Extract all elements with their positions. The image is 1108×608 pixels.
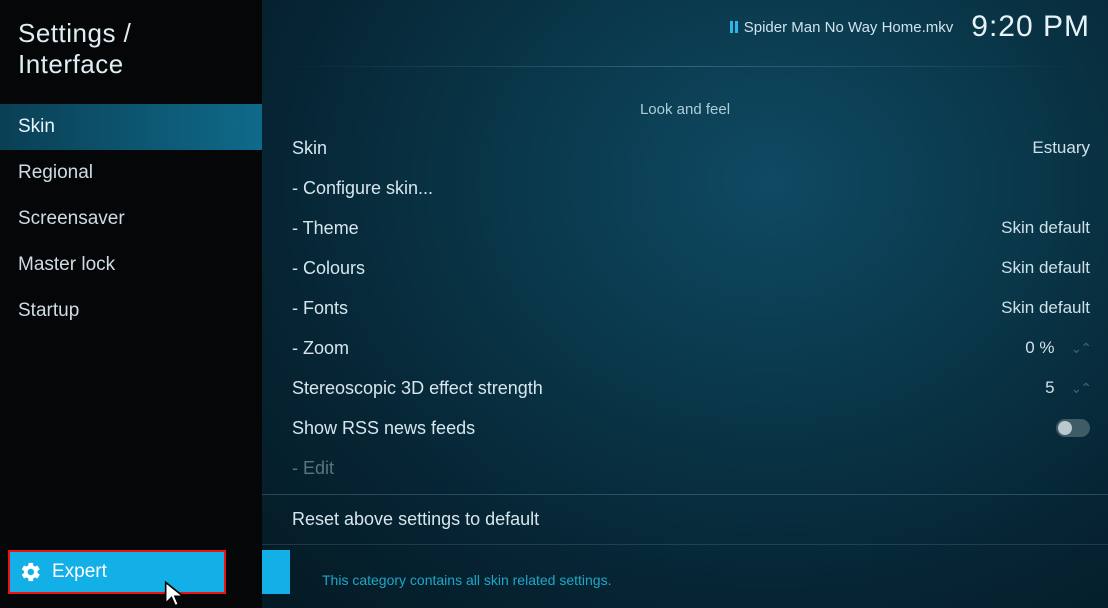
sidebar-item-regional[interactable]: Regional xyxy=(0,150,262,196)
sidebar-item-screensaver[interactable]: Screensaver xyxy=(0,196,262,242)
level-strip xyxy=(262,550,290,594)
toggle-off-icon[interactable] xyxy=(1056,419,1090,437)
setting-configure-label: Configure skin... xyxy=(292,178,433,199)
topbar: Spider Man No Way Home.mkv 9:20 PM xyxy=(262,0,1108,44)
setting-colours-label: Colours xyxy=(292,258,365,279)
page-title: Settings / Interface xyxy=(0,0,262,104)
setting-skin-value: Estuary xyxy=(1032,138,1090,158)
setting-skin[interactable]: Skin Estuary xyxy=(292,128,1090,168)
reset-settings[interactable]: Reset above settings to default xyxy=(262,494,1108,545)
spinner-icon[interactable]: ⌄⌃ xyxy=(1071,380,1090,397)
setting-theme[interactable]: Theme Skin default xyxy=(292,208,1090,248)
setting-colours-value: Skin default xyxy=(1001,258,1090,278)
sidebar-item-startup[interactable]: Startup xyxy=(0,288,262,334)
pause-icon xyxy=(730,21,738,33)
setting-configure-skin[interactable]: Configure skin... xyxy=(292,168,1090,208)
setting-edit-label: Edit xyxy=(292,458,334,479)
spinner-icon[interactable]: ⌄⌃ xyxy=(1071,340,1090,357)
section-title: Look and feel xyxy=(262,101,1108,118)
setting-theme-label: Theme xyxy=(292,218,359,239)
reset-label: Reset above settings to default xyxy=(292,509,539,529)
setting-zoom[interactable]: Zoom 0 % ⌄⌃ xyxy=(292,328,1090,368)
setting-edit: Edit xyxy=(292,448,1090,488)
setting-zoom-value: 0 % xyxy=(1025,338,1054,358)
sidebar-nav: Skin Regional Screensaver Master lock St… xyxy=(0,104,262,608)
gear-icon xyxy=(20,561,42,583)
now-playing-title: Spider Man No Way Home.mkv xyxy=(744,19,954,36)
setting-fonts-label: Fonts xyxy=(292,298,348,319)
setting-stereo3d[interactable]: Stereoscopic 3D effect strength 5 ⌄⌃ xyxy=(292,368,1090,408)
main-panel: Spider Man No Way Home.mkv 9:20 PM Look … xyxy=(262,0,1108,608)
setting-fonts-value: Skin default xyxy=(1001,298,1090,318)
sidebar-item-skin[interactable]: Skin xyxy=(0,104,262,150)
setting-zoom-label: Zoom xyxy=(292,338,349,359)
setting-rss-label: Show RSS news feeds xyxy=(292,418,475,439)
settings-level-label: Expert xyxy=(52,561,107,583)
sidebar-item-masterlock[interactable]: Master lock xyxy=(0,242,262,288)
now-playing[interactable]: Spider Man No Way Home.mkv xyxy=(730,19,954,36)
setting-stereo3d-value: 5 xyxy=(1045,378,1054,398)
setting-fonts[interactable]: Fonts Skin default xyxy=(292,288,1090,328)
setting-skin-label: Skin xyxy=(292,138,327,159)
settings-list: Skin Estuary Configure skin... Theme Ski… xyxy=(262,124,1108,488)
clock: 9:20 PM xyxy=(971,10,1090,44)
category-hint: This category contains all skin related … xyxy=(322,572,611,588)
sidebar: Settings / Interface Skin Regional Scree… xyxy=(0,0,262,608)
setting-stereo3d-label: Stereoscopic 3D effect strength xyxy=(292,378,543,399)
settings-level-button[interactable]: Expert xyxy=(8,550,226,594)
setting-theme-value: Skin default xyxy=(1001,218,1090,238)
setting-colours[interactable]: Colours Skin default xyxy=(292,248,1090,288)
setting-rss[interactable]: Show RSS news feeds xyxy=(292,408,1090,448)
